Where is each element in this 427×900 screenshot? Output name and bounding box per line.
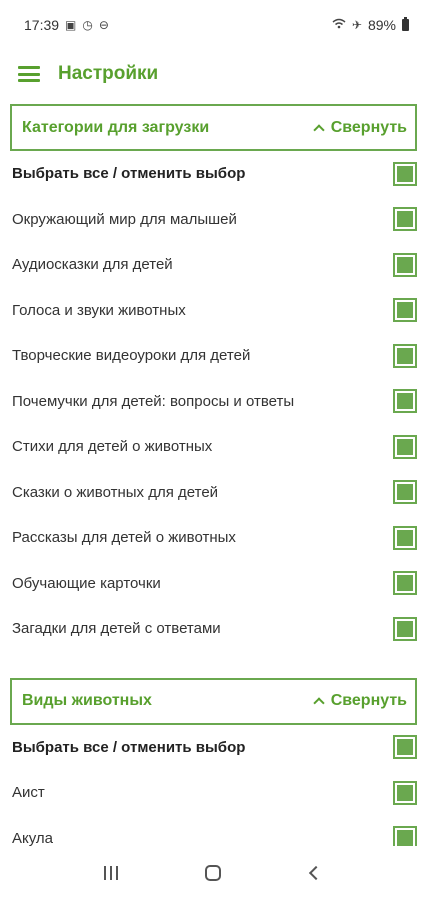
list-item[interactable]: Аист [0,770,427,816]
section-animal-types: Виды животных Свернуть Выбрать все / отм… [0,677,427,846]
select-all-checkbox[interactable] [393,735,417,760]
select-all-label: Выбрать все / отменить выбор [12,165,246,183]
list-item-label: Акула [12,829,54,846]
checkbox[interactable] [393,298,417,323]
hamburger-menu-icon[interactable] [18,66,40,82]
checkbox[interactable] [393,616,417,641]
list-item[interactable]: Стихи для детей о животных [0,424,427,470]
status-bar: 17:39 ▣ ◷ ⊖ ✈ 89% [0,0,427,50]
section-header-categories: Категории для загрузки Свернуть [10,104,417,151]
list-item[interactable]: Голоса и звуки животных [0,288,427,334]
status-left: 17:39 ▣ ◷ ⊖ [24,17,109,33]
select-all-checkbox[interactable] [393,161,417,186]
list-item[interactable]: Творческие видеоуроки для детей [0,333,427,379]
list-item-label: Аудиосказки для детей [12,256,173,274]
clock-icon: ◷ [82,18,93,32]
checkbox[interactable] [393,525,417,550]
home-icon[interactable] [193,858,233,888]
list-item-label: Творческие видеоуроки для детей [12,347,251,365]
chevron-up-icon [313,697,325,709]
battery-percent: 89% [367,17,396,33]
section-title: Виды животных [22,692,152,709]
checkbox[interactable] [393,434,417,459]
list-item[interactable]: Рассказы для детей о животных [0,515,427,561]
list-item[interactable]: Почемучки для детей: вопросы и ответы [0,379,427,425]
section-title: Категории для загрузки [22,118,210,136]
list-item-label: Голоса и звуки животных [12,301,186,319]
list-item-label: Стихи для детей о животных [12,438,213,456]
recent-apps-icon[interactable] [91,858,131,888]
list-item-label: Обучающие карточки [12,574,161,592]
select-all-row[interactable]: Выбрать все / отменить выбор [0,151,427,197]
list-item[interactable]: Акула [0,816,427,846]
list-item-label: Сказки о животных для детей [12,483,219,501]
select-all-label: Выбрать все / отменить выбор [12,738,246,756]
checkbox[interactable] [393,207,417,232]
status-right: ✈ 89% [332,17,409,33]
checkbox[interactable] [393,252,417,277]
list-item-label: Загадки для детей с ответами [12,620,221,638]
minus-circle-icon: ⊖ [98,18,109,32]
checkbox[interactable] [393,780,417,805]
collapse-label: Свернуть [330,118,407,136]
checkbox[interactable] [393,480,417,505]
app-bar: Настройки [0,50,427,98]
list-item[interactable]: Окружающий мир для малышей [0,197,427,243]
list-item-label: Рассказы для детей о животных [12,529,236,547]
section-header-animal-types: Виды животных Свернуть [10,677,417,725]
chevron-up-icon [313,123,325,136]
system-nav-bar [0,846,427,900]
checkbox[interactable] [393,826,417,846]
list-item-label: Почемучки для детей: вопросы и ответы [12,392,295,410]
back-icon[interactable] [296,858,336,888]
collapse-label: Свернуть [330,692,407,709]
checkbox[interactable] [393,343,417,368]
battery-icon [402,17,409,31]
checkbox[interactable] [393,389,417,414]
list-item-label: Окружающий мир для малышей [12,210,237,228]
notification-icon: ▣ [65,18,77,32]
list-item-label: Аист [12,784,45,802]
section-categories: Категории для загрузки Свернуть Выбрать … [0,104,427,652]
list-item[interactable]: Аудиосказки для детей [0,242,427,288]
page-title: Настройки [58,63,159,84]
wifi-icon [332,18,346,32]
select-all-row[interactable]: Выбрать все / отменить выбор [0,725,427,771]
airplane-icon: ✈ [351,18,362,32]
collapse-button[interactable]: Свернуть [313,692,407,710]
collapse-button[interactable]: Свернуть [313,118,407,137]
status-time: 17:39 [24,17,60,33]
list-item[interactable]: Сказки о животных для детей [0,470,427,516]
list-item[interactable]: Обучающие карточки [0,561,427,607]
checkbox[interactable] [393,571,417,596]
settings-content[interactable]: Категории для загрузки Свернуть Выбрать … [0,100,427,846]
list-item[interactable]: Загадки для детей с ответами [0,606,427,652]
